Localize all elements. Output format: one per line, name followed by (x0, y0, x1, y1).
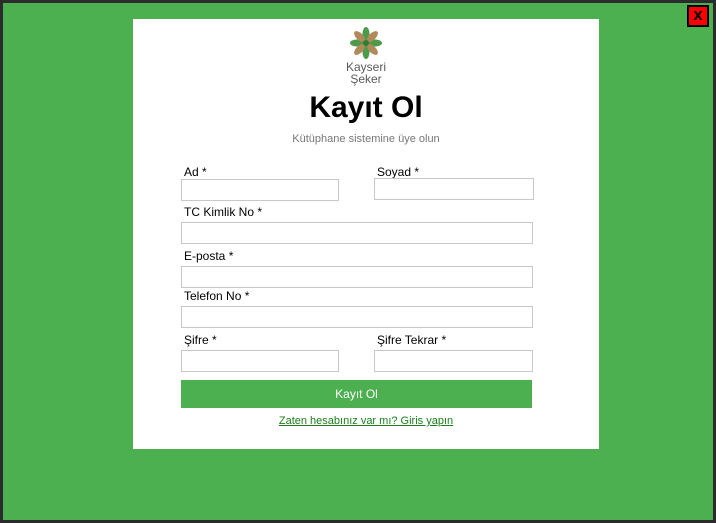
soyad-label: Soyad * (377, 165, 420, 179)
tc-label: TC Kimlik No * (184, 205, 263, 219)
app-window: X Kayseri Şeker Kayıt Ol Kütüphane siste… (3, 3, 713, 520)
login-link[interactable]: Zaten hesabınız var mı? Giris yapın (133, 415, 599, 427)
password-label: Şifre * (184, 333, 217, 347)
ad-input[interactable] (181, 179, 339, 201)
brand-logo: Kayseri Şeker (334, 27, 398, 87)
soyad-input[interactable] (374, 178, 534, 200)
register-button[interactable]: Kayıt Ol (181, 380, 532, 408)
tc-input[interactable] (181, 222, 533, 244)
brand-name-line2: Şeker (350, 72, 382, 86)
email-input[interactable] (181, 266, 533, 288)
password-input[interactable] (181, 350, 339, 372)
password-repeat-label: Şifre Tekrar * (377, 333, 447, 347)
registration-card: Kayseri Şeker Kayıt Ol Kütüphane sistemi… (133, 19, 599, 449)
leaf-flower-logo-icon (350, 27, 382, 59)
phone-label: Telefon No * (184, 289, 250, 303)
phone-input[interactable] (181, 306, 533, 328)
email-label: E-posta * (184, 249, 234, 263)
page-subtitle: Kütüphane sistemine üye olun (292, 133, 440, 145)
close-button[interactable]: X (687, 5, 709, 27)
page-title: Kayıt Ol (309, 91, 423, 124)
ad-label: Ad * (184, 165, 207, 179)
password-repeat-input[interactable] (374, 350, 533, 372)
